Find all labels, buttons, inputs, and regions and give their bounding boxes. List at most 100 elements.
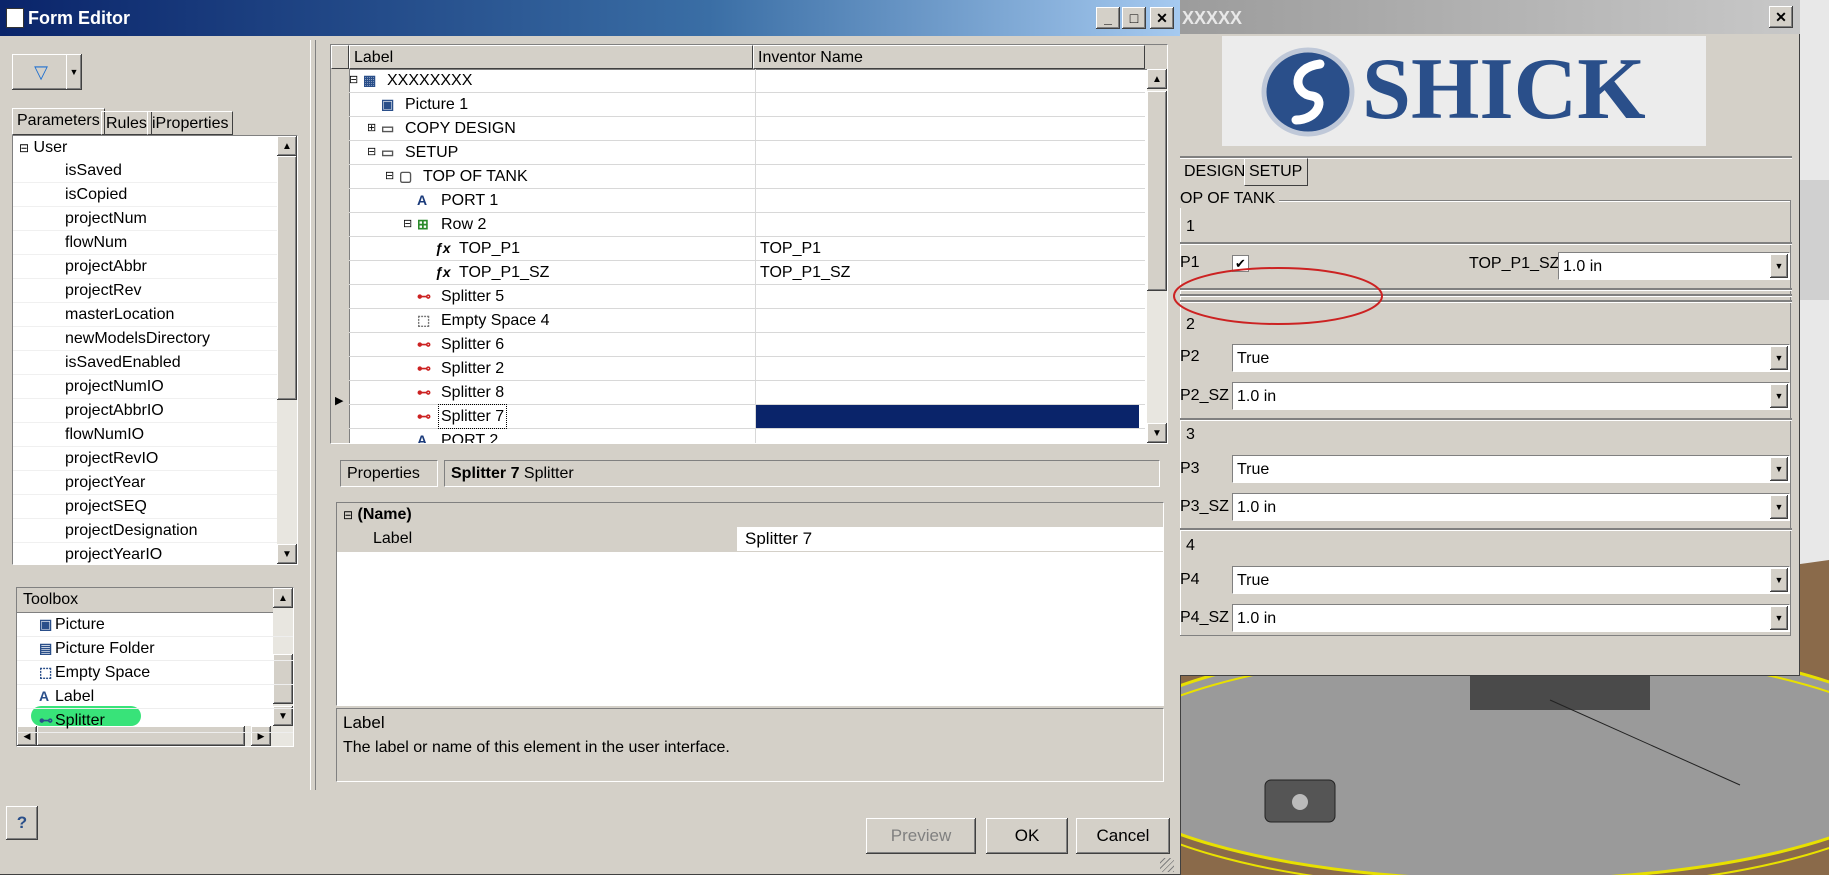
resize-grip-icon[interactable] (1160, 858, 1174, 872)
collapse-icon[interactable]: ⊟ (343, 508, 353, 522)
tab-rules[interactable]: Rules (101, 111, 152, 135)
collapse-icon[interactable]: ⊟ (367, 141, 376, 164)
parameter-scrollbar[interactable]: ▲ ▼ (277, 136, 297, 564)
inventor-name-cell[interactable] (755, 285, 1139, 308)
table-row[interactable]: A PORT 2 (349, 429, 1145, 443)
table-row[interactable]: ⬚ Empty Space 4 (349, 309, 1145, 333)
help-button[interactable]: ? (6, 806, 38, 840)
table-row[interactable]: ⊷ Splitter 6 (349, 333, 1145, 357)
collapse-icon[interactable]: ⊟ (385, 165, 394, 188)
inventor-name-cell[interactable] (755, 405, 1139, 428)
toolbox-item[interactable]: A Label (17, 685, 293, 709)
toolbox-item[interactable]: ▤ Picture Folder (17, 637, 293, 661)
table-row[interactable]: ⊞ ▭ COPY DESIGN (349, 117, 1145, 141)
toolbox-item[interactable]: ⬚ Empty Space (17, 661, 293, 685)
minimize-button[interactable]: _ (1096, 7, 1120, 29)
toolbox-item[interactable]: ⊷ Splitter (17, 709, 293, 733)
chevron-down-icon[interactable]: ▼ (1770, 568, 1788, 592)
port-4-combo[interactable]: True ▼ (1232, 566, 1790, 594)
port-4-size-combo[interactable]: 1.0 in ▼ (1232, 604, 1790, 632)
list-item[interactable]: projectYear (13, 471, 297, 495)
chevron-down-icon[interactable]: ▼ (1770, 495, 1788, 519)
ok-button[interactable]: OK (986, 818, 1068, 854)
table-row[interactable]: ƒx TOP_P1_SZ TOP_P1_SZ (349, 261, 1145, 285)
tab-setup[interactable]: SETUP (1244, 158, 1308, 186)
tree-scrollbar[interactable]: ▲ ▼ (1147, 69, 1167, 443)
expand-icon[interactable]: ⊞ (367, 117, 376, 140)
list-item[interactable]: newModelsDirectory (13, 327, 297, 351)
port-3-size-combo[interactable]: 1.0 in ▼ (1232, 493, 1790, 521)
list-item[interactable]: projectNum (13, 207, 297, 231)
pane-splitter[interactable] (310, 40, 316, 790)
property-value[interactable]: Splitter 7 (741, 527, 1165, 551)
preview-close-button[interactable]: ✕ (1769, 6, 1793, 28)
title-bar[interactable]: Form Editor _ □ ✕ (0, 0, 1181, 36)
inventor-name-cell[interactable] (755, 357, 1139, 380)
property-row[interactable]: Label Splitter 7 (337, 527, 1163, 552)
preview-title-bar[interactable]: XXXXX ✕ (1180, 0, 1800, 34)
cancel-button[interactable]: Cancel (1076, 818, 1170, 854)
list-item[interactable]: projectAbbrIO (13, 399, 297, 423)
inventor-name-cell[interactable]: TOP_P1 (755, 237, 1139, 260)
table-row[interactable]: ⊟ ▭ SETUP (349, 141, 1145, 165)
table-row[interactable]: ▣ Picture 1 (349, 93, 1145, 117)
scroll-up-button[interactable]: ▲ (273, 588, 293, 608)
collapse-icon[interactable]: ⊟ (349, 69, 358, 92)
list-item[interactable]: projectRevIO (13, 447, 297, 471)
list-item[interactable]: flowNumIO (13, 423, 297, 447)
collapse-icon[interactable]: ⊟ (19, 141, 29, 155)
inventor-name-cell[interactable] (755, 381, 1139, 404)
inventor-name-cell[interactable]: TOP_P1_SZ (755, 261, 1139, 284)
chevron-down-icon[interactable]: ▼ (1770, 346, 1788, 370)
inventor-name-cell[interactable] (755, 309, 1139, 332)
port-2-combo[interactable]: True ▼ (1232, 344, 1790, 372)
port-1-size-combo[interactable]: 1.0 in ▼ (1558, 252, 1790, 280)
close-button[interactable]: ✕ (1150, 7, 1174, 29)
scroll-down-button[interactable]: ▼ (1147, 423, 1167, 443)
table-row[interactable]: ⊷ Splitter 8 (349, 381, 1145, 405)
inventor-name-cell[interactable] (755, 93, 1139, 116)
port-2-size-combo[interactable]: 1.0 in ▼ (1232, 382, 1790, 410)
table-row[interactable]: ⊟ ▦ XXXXXXXX (349, 69, 1145, 93)
inventor-name-cell[interactable] (755, 117, 1139, 140)
table-row[interactable]: ⊟ ▢ TOP OF TANK (349, 165, 1145, 189)
table-row[interactable]: ⊟ ⊞ Row 2 (349, 213, 1145, 237)
list-item[interactable]: projectDesignation (13, 519, 297, 543)
tab-design[interactable]: DESIGN (1180, 159, 1248, 185)
list-item[interactable]: projectRev (13, 279, 297, 303)
inventor-name-cell[interactable] (755, 69, 1139, 92)
toolbox-item[interactable]: ▣ Picture (17, 613, 293, 637)
chevron-down-icon[interactable]: ▼ (1770, 606, 1788, 630)
list-item[interactable]: isSaved (13, 159, 297, 183)
table-row[interactable]: ⊷ Splitter 2 (349, 357, 1145, 381)
list-item[interactable]: ⊟ User (13, 136, 297, 159)
tab-iproperties[interactable]: iProperties (147, 111, 234, 135)
list-item[interactable]: projectNumIO (13, 375, 297, 399)
inventor-name-cell[interactable] (755, 165, 1139, 188)
table-row[interactable]: ⊷ Splitter 7 (349, 404, 1145, 429)
port-3-combo[interactable]: True ▼ (1232, 455, 1790, 483)
list-item[interactable]: masterLocation (13, 303, 297, 327)
chevron-down-icon[interactable]: ▼ (1770, 254, 1788, 278)
filter-dropdown-button[interactable]: ▼ (66, 54, 82, 90)
list-item[interactable]: projectAbbr (13, 255, 297, 279)
scroll-down-button[interactable]: ▼ (277, 544, 297, 564)
column-header-inventor-name[interactable]: Inventor Name (753, 45, 1145, 69)
inventor-name-cell[interactable] (755, 333, 1139, 356)
filter-button[interactable]: ▽ (12, 54, 70, 90)
column-header-label[interactable]: Label (349, 45, 753, 69)
inventor-name-cell[interactable] (755, 213, 1139, 236)
chevron-down-icon[interactable]: ▼ (1770, 384, 1788, 408)
inventor-name-cell[interactable] (755, 429, 1139, 443)
scroll-thumb[interactable] (277, 156, 297, 400)
maximize-button[interactable]: □ (1122, 7, 1146, 29)
scroll-up-button[interactable]: ▲ (277, 136, 297, 156)
table-row[interactable]: ⊷ Splitter 5 (349, 285, 1145, 309)
list-item[interactable]: isSavedEnabled (13, 351, 297, 375)
property-grid[interactable]: ⊟ (Name) Label Splitter 7 (336, 502, 1164, 706)
parameter-list[interactable]: ⊟ User isSaved isCopied projectNum flowNum p… (12, 135, 298, 565)
table-row[interactable]: ƒx TOP_P1 TOP_P1 (349, 237, 1145, 261)
chevron-down-icon[interactable]: ▼ (1770, 457, 1788, 481)
list-item[interactable]: projectSEQ (13, 495, 297, 519)
inventor-name-cell[interactable] (755, 141, 1139, 164)
